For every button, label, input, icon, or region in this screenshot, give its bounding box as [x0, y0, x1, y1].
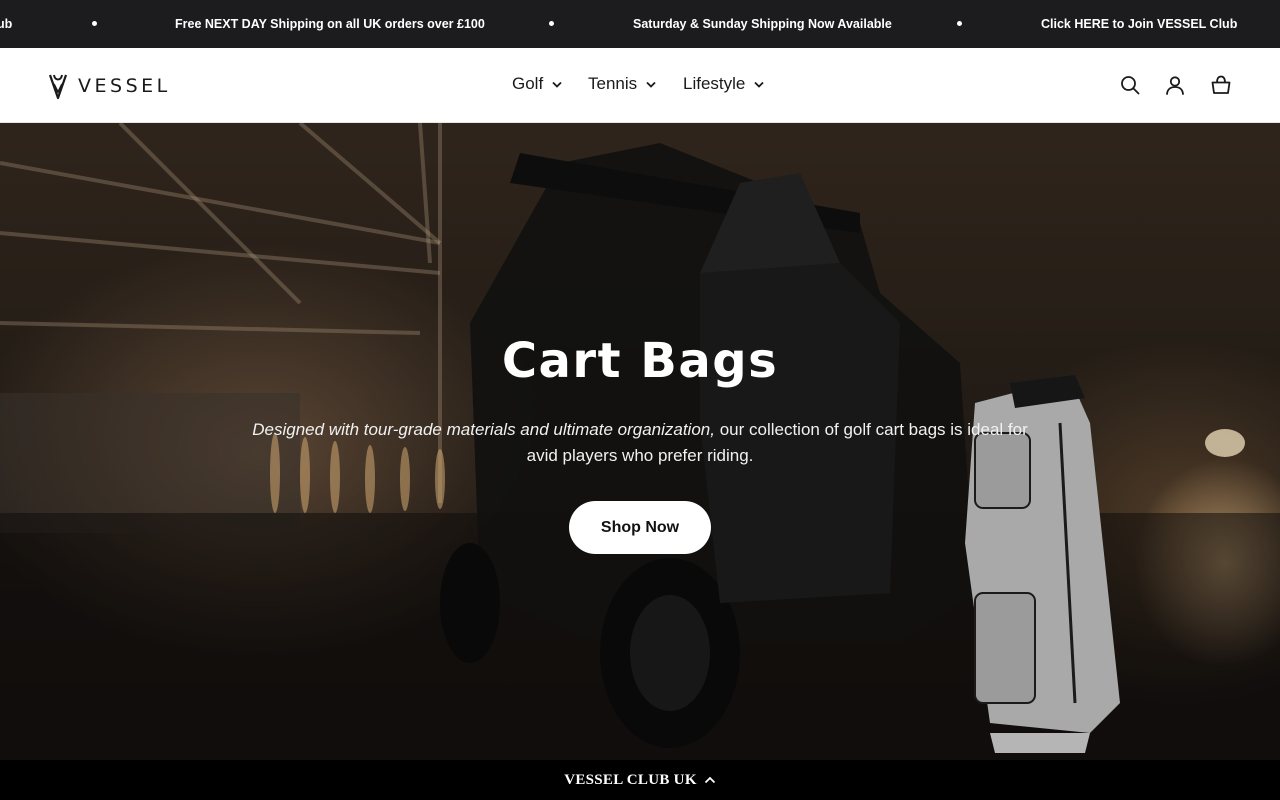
- hero-subtitle-italic: Designed with tour-grade materials and u…: [252, 420, 715, 439]
- nav-label: Golf: [512, 74, 544, 93]
- hero-subtitle: Designed with tour-grade materials and u…: [250, 417, 1030, 469]
- nav-label: Tennis: [588, 74, 638, 93]
- vessel-logo-mark-icon: [48, 74, 68, 100]
- search-button[interactable]: [1119, 74, 1141, 96]
- logo-text: VESSEL: [78, 75, 171, 97]
- chevron-down-icon: [646, 81, 656, 88]
- announcement-item[interactable]: Click HERE to Join VESSEL Club: [1041, 0, 1237, 48]
- hero-title: Cart Bags: [501, 333, 779, 389]
- announcement-item[interactable]: ub: [0, 0, 12, 48]
- cart-icon: [1211, 75, 1231, 94]
- nav-tennis[interactable]: Tennis: [588, 74, 656, 94]
- site-header: VESSEL Golf Tennis Lifestyle: [0, 48, 1280, 123]
- search-icon: [1121, 76, 1140, 95]
- announcement-item[interactable]: Saturday & Sunday Shipping Now Available: [633, 0, 892, 48]
- chevron-down-icon: [552, 81, 562, 88]
- announcement-bar: ub Free NEXT DAY Shipping on all UK orde…: [0, 0, 1280, 48]
- chevron-down-icon: [754, 81, 765, 88]
- announcement-item[interactable]: Free NEXT DAY Shipping on all UK orders …: [175, 0, 485, 48]
- vessel-club-bar[interactable]: VESSEL CLUB UK: [0, 760, 1280, 800]
- nav-golf[interactable]: Golf: [512, 74, 562, 94]
- cart-button[interactable]: [1210, 74, 1232, 96]
- nav-lifestyle[interactable]: Lifestyle: [683, 74, 765, 94]
- nav-label: Lifestyle: [683, 74, 746, 93]
- bullet-dot: [92, 21, 97, 26]
- account-button[interactable]: [1164, 74, 1186, 96]
- chevron-up-icon: [704, 776, 715, 784]
- vessel-logo[interactable]: VESSEL: [48, 72, 171, 100]
- bullet-dot: [957, 21, 962, 26]
- club-bar-label: VESSEL CLUB UK: [564, 771, 697, 788]
- hero-banner: Cart Bags Designed with tour-grade mater…: [0, 123, 1280, 760]
- shop-now-button[interactable]: Shop Now: [569, 501, 711, 554]
- bullet-dot: [549, 21, 554, 26]
- account-icon: [1166, 76, 1184, 95]
